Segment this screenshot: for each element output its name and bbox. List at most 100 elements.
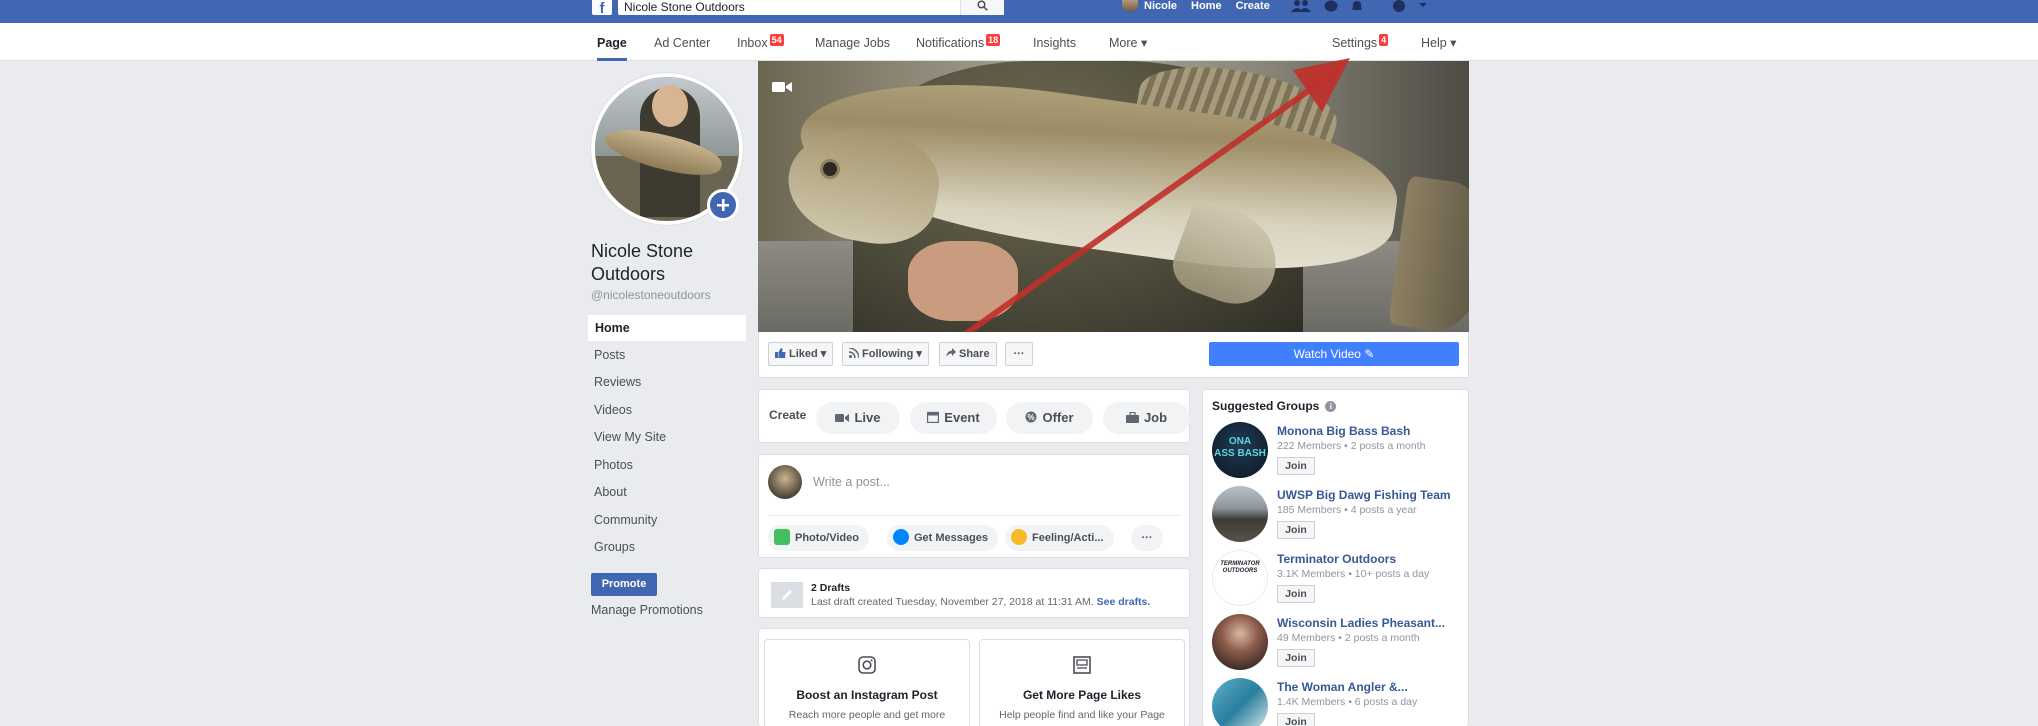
add-photo-button[interactable] [707, 189, 739, 221]
write-post-input[interactable]: Write a post... [813, 475, 890, 489]
bell-icon[interactable] [1350, 0, 1364, 12]
sidebar-item-photos[interactable]: Photos [587, 452, 747, 480]
group-name[interactable]: The Woman Angler &... [1277, 680, 1408, 694]
get-page-likes-card[interactable]: Get More Page Likes Help people find and… [979, 639, 1185, 726]
search-input[interactable]: Nicole Stone Outdoors [618, 0, 1004, 15]
feeling-activity-button[interactable]: Feeling/Acti... [1005, 525, 1114, 551]
liked-button[interactable]: Liked ▾ [768, 342, 834, 366]
tab-insights[interactable]: Insights [1033, 23, 1076, 61]
page-navigation: Page Ad Center Inbox 54 Manage Jobs Notif… [0, 23, 2038, 61]
inbox-count-badge: 54 [769, 34, 784, 46]
group-name[interactable]: Monona Big Bass Bash [1277, 424, 1410, 438]
group-thumbnail[interactable] [1212, 678, 1268, 726]
drafts-subtitle-text: Last draft created Tuesday, November 27,… [811, 596, 1094, 608]
page-title[interactable]: Nicole Stone Outdoors [591, 240, 751, 286]
share-label: Share [959, 348, 990, 360]
info-icon[interactable]: i [1325, 401, 1337, 412]
share-icon [946, 348, 956, 357]
share-button[interactable]: Share [939, 342, 997, 366]
tab-inbox[interactable]: Inbox 54 [737, 23, 784, 61]
group-thumbnail[interactable]: TERMINATOR OUTDOORS [1212, 550, 1268, 606]
group-meta: 1.4K Members • 6 posts a day [1277, 696, 1418, 708]
drafts-title: 2 Drafts [811, 582, 851, 594]
composer-more-button[interactable]: ··· [1131, 525, 1163, 551]
more-options-button[interactable]: ··· [1005, 342, 1033, 366]
join-group-button[interactable]: Join [1277, 649, 1315, 667]
following-button[interactable]: Following ▾ [842, 342, 929, 366]
join-group-button[interactable]: Join [1277, 457, 1315, 475]
group-item: Wisconsin Ladies Pheasant... 49 Members … [1212, 614, 1462, 674]
user-profile-link[interactable]: Nicole [1144, 0, 1177, 12]
create-event-button[interactable]: Event [910, 402, 997, 434]
tab-help[interactable]: Help ▾ [1421, 23, 1456, 61]
briefcase-icon [1125, 411, 1139, 423]
sidebar-item-home[interactable]: Home [587, 314, 747, 342]
group-item: TERMINATOR OUTDOORS Terminator Outdoors … [1212, 550, 1462, 610]
drafts-subtitle: Last draft created Tuesday, November 27,… [811, 596, 1150, 608]
group-name[interactable]: Terminator Outdoors [1277, 552, 1396, 566]
sidebar-item-videos[interactable]: Videos [587, 397, 747, 425]
home-link[interactable]: Home [1191, 0, 1222, 12]
tab-notifications[interactable]: Notifications 18 [916, 23, 1001, 61]
sidebar-item-view-my-site[interactable]: View My Site [587, 424, 747, 452]
sidebar-item-community[interactable]: Community [587, 507, 747, 535]
tab-page[interactable]: Page [597, 23, 627, 61]
sidebar-item-posts[interactable]: Posts [587, 342, 747, 370]
fish-tail [1388, 175, 1469, 332]
tab-manage-jobs[interactable]: Manage Jobs [815, 23, 890, 61]
watch-video-button[interactable]: Watch Video ✎ [1209, 342, 1459, 366]
search-button[interactable] [960, 0, 1004, 15]
page-action-bar: Liked ▾ Following ▾ Share ··· Watch Vide… [758, 332, 1469, 378]
help-icon[interactable] [1392, 0, 1406, 12]
join-group-button[interactable]: Join [1277, 585, 1315, 603]
create-link[interactable]: Create [1236, 0, 1270, 12]
composer-avatar [768, 465, 802, 499]
group-name[interactable]: UWSP Big Dawg Fishing Team [1277, 488, 1451, 502]
group-thumbnail[interactable]: ONA ASS BASH [1212, 422, 1268, 478]
boost-instagram-desc: Reach more people and get more [788, 709, 946, 721]
create-job-button[interactable]: Job [1103, 402, 1190, 434]
top-right-nav: Nicole Home Create [1122, 0, 1440, 12]
friends-icon[interactable] [1290, 0, 1312, 12]
create-offer-button[interactable]: % Offer [1006, 402, 1093, 434]
join-group-button[interactable]: Join [1277, 713, 1315, 726]
create-event-label: Event [944, 410, 980, 425]
photo-video-label: Photo/Video [795, 532, 859, 544]
tab-more[interactable]: More ▾ [1109, 23, 1147, 61]
photo-icon [774, 529, 790, 545]
video-camera-icon [772, 82, 792, 92]
photo-video-button[interactable]: Photo/Video [768, 525, 869, 551]
group-name[interactable]: Wisconsin Ladies Pheasant... [1277, 616, 1445, 630]
get-messages-button[interactable]: Get Messages [887, 525, 998, 551]
caret-down-icon[interactable] [1418, 0, 1428, 12]
group-thumbnail[interactable] [1212, 486, 1268, 542]
user-avatar[interactable] [1122, 0, 1138, 12]
page-likes-icon [980, 656, 1184, 678]
join-group-button[interactable]: Join [1277, 521, 1315, 539]
see-drafts-link[interactable]: See drafts. [1097, 596, 1151, 608]
sidebar-item-reviews[interactable]: Reviews [587, 369, 747, 397]
group-thumbnail-text: ONA ASS BASH [1214, 436, 1266, 459]
tab-settings[interactable]: Settings 4 [1332, 23, 1389, 61]
cover-hand [908, 241, 1018, 321]
group-meta: 185 Members • 4 posts a year [1277, 504, 1417, 516]
messenger-icon[interactable] [1324, 0, 1338, 12]
tab-ad-center[interactable]: Ad Center [654, 23, 710, 61]
page-sidebar-nav: Home Posts Reviews Videos View My Site P… [587, 314, 747, 562]
page-username[interactable]: @nicolestoneoutdoors [591, 288, 711, 302]
svg-text:%: % [1028, 413, 1035, 422]
group-thumbnail[interactable] [1212, 614, 1268, 670]
tab-settings-label: Settings [1332, 36, 1378, 50]
manage-promotions-link[interactable]: Manage Promotions [591, 603, 703, 617]
sidebar-item-groups[interactable]: Groups [587, 534, 747, 562]
profile-picture-face [652, 85, 688, 127]
notifications-count-badge: 18 [986, 34, 1001, 46]
get-messages-label: Get Messages [914, 532, 988, 544]
plus-icon [717, 199, 729, 211]
create-live-button[interactable]: Live [816, 402, 900, 434]
promote-button[interactable]: Promote [591, 573, 657, 596]
facebook-logo[interactable]: f [592, 0, 612, 15]
cover-video[interactable] [758, 61, 1469, 332]
boost-instagram-card[interactable]: Boost an Instagram Post Reach more peopl… [764, 639, 970, 726]
sidebar-item-about[interactable]: About [587, 479, 747, 507]
